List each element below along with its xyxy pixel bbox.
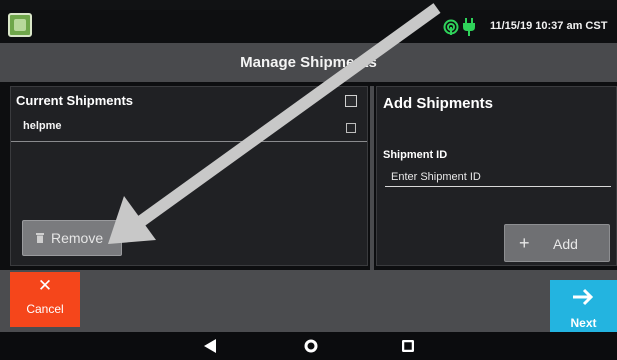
close-icon: ✕ — [37, 276, 53, 295]
arrow-right-icon — [573, 288, 594, 306]
remove-button[interactable]: Remove — [22, 220, 122, 256]
add-shipments-title: Add Shipments — [383, 95, 494, 112]
recent-apps-icon[interactable] — [402, 340, 414, 352]
device-bezel — [0, 0, 617, 10]
current-shipments-title: Current Shipments — [16, 93, 134, 108]
home-icon[interactable] — [304, 339, 318, 353]
plug-icon — [463, 18, 475, 36]
wifi-icon — [443, 19, 459, 35]
shipment-id-input[interactable] — [385, 167, 611, 187]
cancel-button[interactable]: ✕ Cancel — [10, 272, 80, 327]
plus-icon: + — [519, 233, 530, 253]
add-shipments-panel: Add Shipments Shipment ID + Add — [376, 86, 617, 266]
status-bar: 11/15/19 10:37 am CST — [0, 10, 617, 43]
page-title: Manage Shipments — [0, 43, 617, 82]
next-button-label: Next — [570, 316, 597, 330]
next-button[interactable]: Next — [550, 280, 617, 332]
status-datetime: 11/15/19 10:37 am CST — [490, 20, 608, 32]
app-icon[interactable] — [8, 13, 32, 37]
list-item[interactable]: helpme — [11, 115, 367, 142]
add-button[interactable]: + Add — [504, 224, 610, 262]
footer-bar — [0, 270, 617, 332]
shipment-id-label: Shipment ID — [383, 149, 448, 161]
android-nav-bar — [0, 332, 617, 360]
current-shipments-panel: Current Shipments helpme Remove — [10, 86, 368, 266]
select-all-checkbox[interactable] — [345, 95, 357, 107]
cancel-button-label: Cancel — [26, 302, 64, 316]
back-icon[interactable] — [204, 339, 216, 353]
shipment-label: helpme — [23, 120, 62, 132]
remove-button-label: Remove — [51, 230, 104, 246]
add-button-label: Add — [553, 236, 578, 252]
panel-divider — [370, 86, 374, 270]
shipment-checkbox[interactable] — [346, 123, 356, 133]
trash-icon — [36, 233, 44, 243]
